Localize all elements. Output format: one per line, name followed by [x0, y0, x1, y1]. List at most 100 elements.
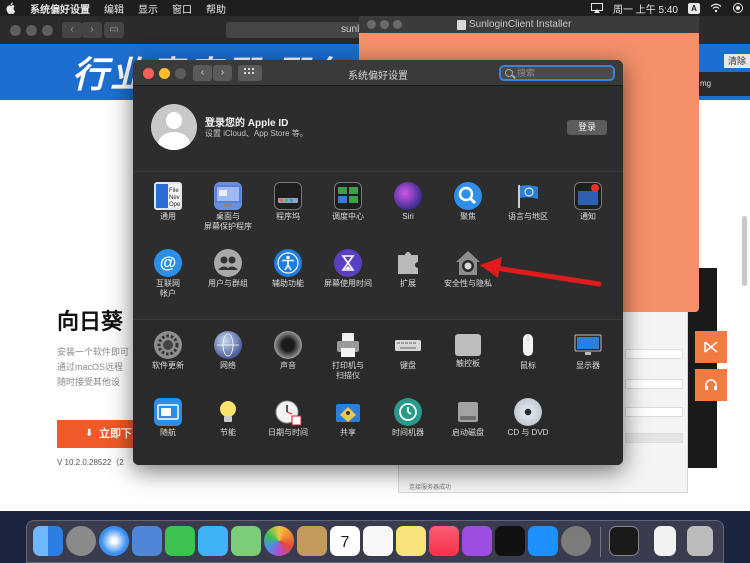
finder-icon[interactable] [33, 526, 63, 556]
version-text: V 10.2.0.28522（2 [57, 458, 124, 467]
appstore-icon[interactable] [528, 526, 558, 556]
notes-icon[interactable] [396, 526, 426, 556]
pane-label: CD 与 DVD [507, 428, 549, 437]
dvd-icon [514, 398, 542, 426]
address-bar[interactable]: sunl [226, 22, 366, 38]
messages-icon[interactable] [198, 526, 228, 556]
browser-minimize-button[interactable] [26, 25, 37, 36]
terminal-icon[interactable] [609, 526, 639, 556]
contacts-icon[interactable] [297, 526, 327, 556]
dialog-field[interactable] [625, 407, 683, 417]
avatar[interactable] [151, 104, 197, 150]
system-preferences-icon[interactable] [561, 526, 591, 556]
accessibility-icon [274, 249, 302, 277]
input-source-badge[interactable]: A [688, 2, 700, 14]
reminders-icon[interactable] [363, 526, 393, 556]
prefs-titlebar: ‹ › 系统偏好设置 搜索 [133, 60, 623, 86]
clock-text[interactable]: 周一 上午 5:40 [613, 1, 678, 16]
dock-separator [600, 527, 601, 557]
keyboard-icon [394, 331, 422, 359]
sidebar-toggle-icon[interactable]: ▭ [104, 22, 124, 38]
menu-window[interactable]: 窗口 [172, 1, 192, 16]
maps-icon[interactable] [231, 526, 261, 556]
browser-close-button[interactable] [10, 25, 21, 36]
search-icon [505, 69, 513, 77]
installer-minimize-button[interactable] [380, 20, 389, 29]
pane-label: 屏幕保护程序 [204, 222, 252, 231]
pane-notifications[interactable]: 通知 [553, 182, 623, 222]
menu-bar: 系统偏好设置 编辑 显示 窗口 帮助 周一 上午 5:40 A [0, 0, 750, 16]
dialog-field[interactable] [625, 349, 683, 359]
control-center-icon[interactable] [732, 3, 744, 13]
apple-menu-icon[interactable] [6, 2, 16, 14]
music-icon[interactable] [429, 526, 459, 556]
installer-app-icon [457, 20, 466, 30]
desc-line: 随时接受其他设 [57, 377, 121, 387]
spotlight-icon [454, 182, 482, 210]
podcasts-icon[interactable] [462, 526, 492, 556]
mail-icon[interactable] [132, 526, 162, 556]
mission-control-icon [334, 182, 362, 210]
installer-zoom-button[interactable] [393, 20, 402, 29]
clear-button[interactable]: 清除 [724, 54, 750, 68]
login-button[interactable]: 登录 [567, 120, 607, 135]
apple-id-title: 登录您的 Apple ID [205, 118, 289, 129]
apple-id-subtitle: 设置 iCloud、App Store 等。 [205, 129, 308, 138]
prefs-section-hardware: 软件更新 网络 声音 打印机与 扫描仪 键盘 触控板 鼠标 显示器 随航 节能 … [133, 320, 623, 465]
pane-label: 通知 [580, 212, 596, 221]
search-field[interactable]: 搜索 [499, 65, 615, 81]
prefs-section-personal: FileNevOpe 通用 桌面与 屏幕保护程序 程序坞 调度中心 Siri [133, 172, 623, 320]
red-arrow-annotation [480, 257, 602, 287]
bulb-icon [214, 398, 242, 426]
display-icon [574, 331, 602, 359]
notifications-icon [574, 182, 602, 210]
share-side-button[interactable] [695, 331, 727, 363]
dialog-button[interactable] [625, 433, 683, 443]
download-button[interactable]: ⬇ 立即下 [57, 420, 137, 448]
mouse-icon [514, 331, 542, 359]
pane-cds-dvds[interactable]: CD 与 DVD [493, 398, 563, 438]
gear-update-icon [154, 331, 182, 359]
document-icon[interactable] [654, 526, 676, 556]
sidecar-icon [154, 398, 182, 426]
svg-text:Nev: Nev [169, 195, 180, 201]
photos-icon[interactable] [264, 526, 294, 556]
download-label: 立即下 [99, 428, 132, 440]
dock-icon [274, 182, 302, 210]
trackpad-icon [455, 334, 481, 356]
puzzle-icon [394, 249, 422, 277]
dialog-field[interactable] [625, 379, 683, 389]
pane-label: 帐户 [160, 289, 176, 298]
svg-text:Ope: Ope [169, 202, 181, 208]
wifi-icon[interactable] [710, 3, 722, 13]
menu-help[interactable]: 帮助 [206, 1, 226, 16]
facetime-icon[interactable] [165, 526, 195, 556]
launchpad-icon[interactable] [66, 526, 96, 556]
screen-mirroring-icon[interactable] [590, 3, 603, 13]
status-text: 连接服务器成功 [409, 485, 452, 491]
page-title: 向日葵 [57, 309, 124, 334]
menu-view[interactable]: 显示 [138, 1, 158, 16]
at-icon: @ [154, 249, 182, 277]
installer-close-button[interactable] [367, 20, 376, 29]
desc-line: 通过macOS远程 [57, 362, 124, 372]
appletv-icon[interactable] [495, 526, 525, 556]
hourglass-icon [334, 249, 362, 277]
download-arrow-icon: ⬇ [85, 428, 94, 439]
browser-forward-icon[interactable]: › [82, 22, 102, 38]
menu-app-name[interactable]: 系统偏好设置 [30, 1, 90, 16]
support-headset-icon[interactable] [695, 369, 727, 401]
clock-icon [274, 398, 302, 426]
svg-text:File: File [169, 188, 179, 194]
trash-icon[interactable] [687, 526, 713, 556]
side-strip: mg [698, 72, 750, 96]
pane-displays[interactable]: 显示器 [553, 331, 623, 371]
safari-icon[interactable] [99, 526, 129, 556]
browser-back-icon[interactable]: ‹ [62, 22, 82, 38]
search-placeholder: 搜索 [517, 68, 536, 78]
globe-icon [214, 331, 242, 359]
menu-edit[interactable]: 编辑 [104, 1, 124, 16]
calendar-icon[interactable]: 7 [330, 526, 360, 556]
browser-zoom-button[interactable] [42, 25, 53, 36]
page-scrollbar[interactable] [742, 216, 747, 286]
